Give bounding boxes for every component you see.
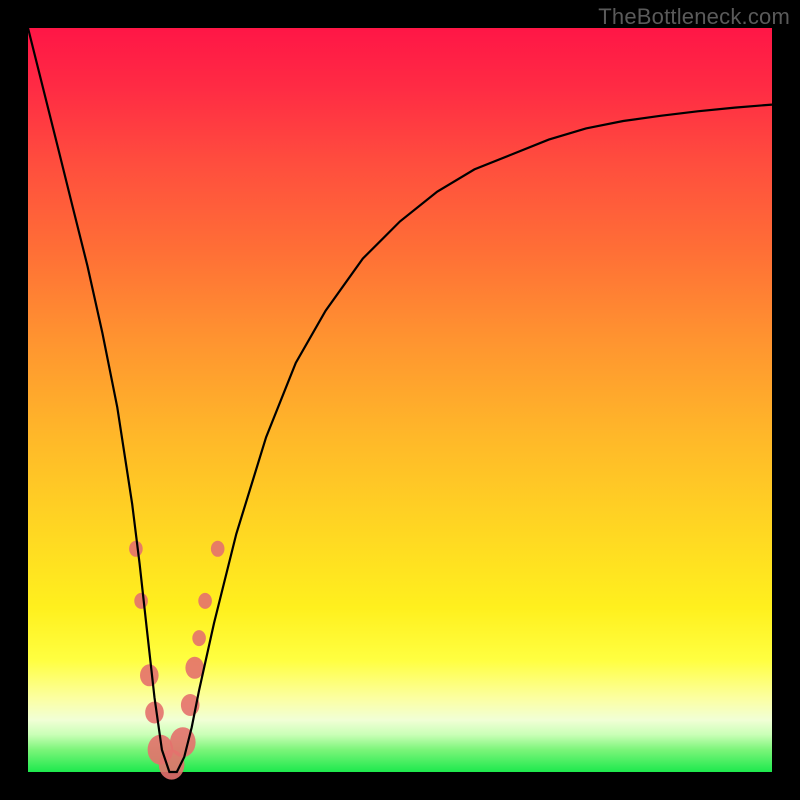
bottleneck-curve-path	[28, 28, 772, 772]
data-marker	[140, 664, 159, 686]
curve-layer	[28, 28, 772, 772]
data-marker	[170, 727, 196, 757]
data-marker	[185, 657, 204, 679]
data-marker	[129, 541, 143, 557]
data-marker	[211, 541, 225, 557]
data-marker	[134, 593, 148, 609]
data-marker	[198, 593, 212, 609]
watermark-text: TheBottleneck.com	[598, 4, 790, 30]
chart-frame: TheBottleneck.com	[0, 0, 800, 800]
data-marker	[192, 630, 206, 646]
chart-plot-area	[28, 28, 772, 772]
marker-group	[129, 541, 224, 780]
